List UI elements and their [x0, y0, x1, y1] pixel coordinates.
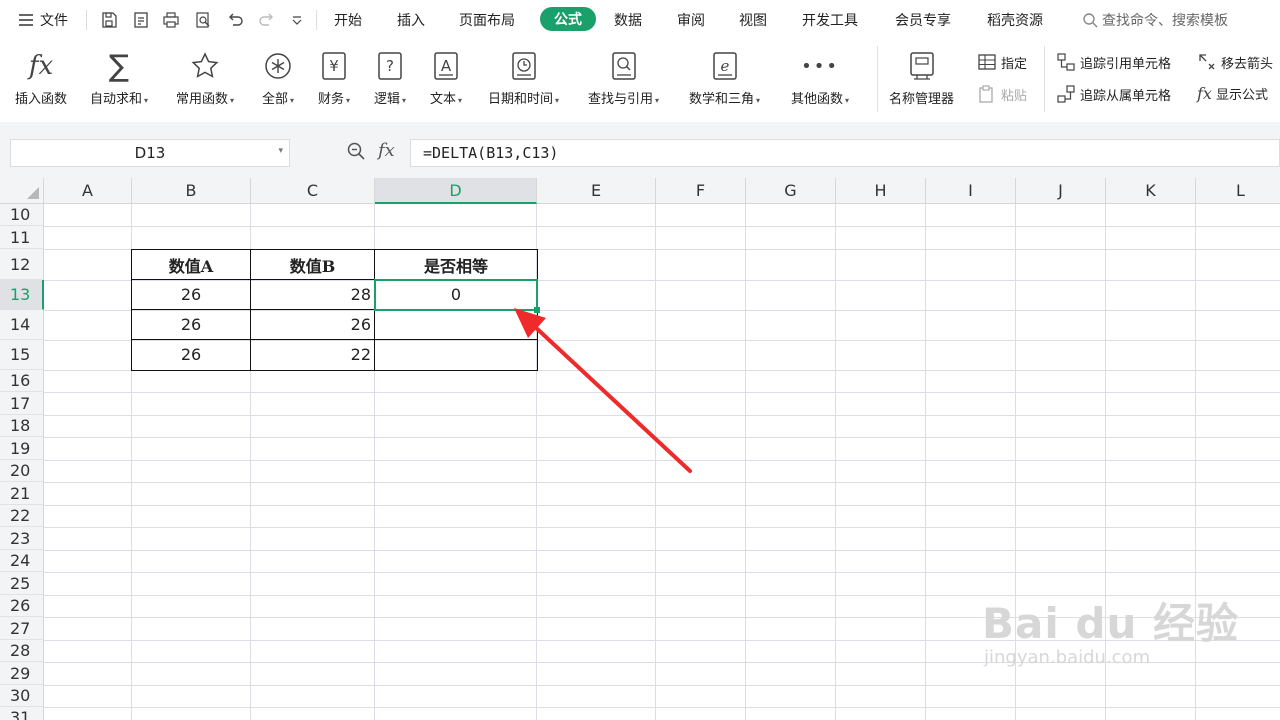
- formulas-ribbon: fx 插入函数 ∑ 自动求和 ▾ 常用函数 ▾ 全部 ▾ ¥ 财务 ▾ ? 逻辑 ▾ A …: [0, 40, 1280, 122]
- tab-home[interactable]: 开始: [334, 10, 362, 30]
- divider: [86, 10, 87, 30]
- divider: [316, 10, 317, 30]
- tab-formulas[interactable]: 公式: [540, 7, 596, 31]
- tab-member[interactable]: 会员专享: [895, 10, 951, 30]
- remove-arrows-icon: [1197, 52, 1217, 72]
- tab-page-layout[interactable]: 页面布局: [459, 10, 515, 30]
- show-formulas-icon: fx: [1197, 84, 1212, 103]
- zoom-search-icon[interactable]: [346, 141, 366, 161]
- all-functions-button[interactable]: 全部 ▾: [262, 48, 294, 107]
- show-formulas-button[interactable]: fx 显示公式: [1197, 84, 1268, 103]
- undo-icon[interactable]: [224, 9, 246, 31]
- name-box[interactable]: D13 ▾: [10, 139, 290, 167]
- baidu-jingyan-watermark: Bai du 经验 jingyan.baidu.com: [982, 590, 1239, 668]
- print-preview-icon[interactable]: [192, 9, 214, 31]
- search-icon: [1082, 12, 1098, 28]
- more-dots-icon: •••: [801, 55, 839, 77]
- tab-review[interactable]: 审阅: [677, 10, 705, 30]
- tab-view[interactable]: 视图: [739, 10, 767, 30]
- magnifier-doc-icon: [611, 48, 637, 84]
- ribbon-divider: [1044, 46, 1045, 112]
- svg-text:?: ?: [386, 57, 394, 75]
- trace-precedents-button[interactable]: 追踪引用单元格: [1056, 52, 1171, 72]
- theta-doc-icon: e: [712, 48, 738, 84]
- redo-icon[interactable]: [256, 9, 278, 31]
- fx-icon[interactable]: fx: [378, 140, 395, 161]
- paste-icon: [977, 84, 997, 104]
- text-functions-button[interactable]: A 文本 ▾: [430, 48, 462, 107]
- formula-text: =DELTA(B13,C13): [423, 144, 559, 162]
- autosum-button[interactable]: ∑ 自动求和 ▾: [90, 48, 148, 108]
- formula-input[interactable]: =DELTA(B13,C13): [410, 139, 1280, 167]
- customize-toolbar-icon[interactable]: [286, 9, 308, 31]
- print-icon[interactable]: [160, 9, 182, 31]
- tab-data[interactable]: 数据: [614, 10, 642, 30]
- svg-text:A: A: [441, 57, 452, 75]
- svg-text:¥: ¥: [329, 57, 339, 75]
- lookup-functions-button[interactable]: 查找与引用 ▾: [588, 48, 659, 107]
- star-icon: [190, 48, 220, 84]
- tab-insert[interactable]: 插入: [397, 10, 425, 30]
- name-box-value: D13: [134, 144, 166, 162]
- name-manager-button[interactable]: 名称管理器: [889, 48, 954, 107]
- yen-doc-icon: ¥: [321, 48, 347, 84]
- trace-dependents-icon: [1056, 84, 1076, 104]
- trace-dependents-button[interactable]: 追踪从属单元格: [1056, 84, 1171, 104]
- sigma-icon: ∑: [108, 48, 130, 84]
- remove-arrows-button[interactable]: 移去箭头: [1197, 52, 1273, 72]
- trace-precedents-icon: [1056, 52, 1076, 72]
- fx-icon: fx: [28, 51, 54, 81]
- insert-function-button[interactable]: fx 插入函数: [15, 48, 67, 107]
- other-functions-button[interactable]: ••• 其他函数 ▾: [791, 48, 849, 108]
- watermark-logo-text: Bai du 经验: [982, 599, 1239, 648]
- menu-bar: 文件 开始 插入 页面布局 公式 数据 审阅 视图 开发工具 会员专享 稻壳资源…: [0, 0, 1280, 40]
- asterisk-circle-icon: [263, 48, 293, 84]
- search-placeholder: 查找命令、搜索模板: [1102, 13, 1228, 29]
- tab-developer[interactable]: 开发工具: [802, 10, 858, 30]
- table-icon: [977, 52, 997, 72]
- svg-text:e: e: [720, 57, 729, 75]
- export-pdf-icon[interactable]: [130, 9, 152, 31]
- logic-functions-button[interactable]: ? 逻辑 ▾: [374, 48, 406, 107]
- chevron-down-icon[interactable]: ▾: [278, 146, 283, 156]
- ribbon-divider: [877, 46, 878, 112]
- formula-bar: D13 ▾ fx =DELTA(B13,C13): [0, 122, 1280, 178]
- name-manager-icon: [908, 48, 936, 84]
- question-doc-icon: ?: [377, 48, 403, 84]
- hamburger-icon: [18, 13, 34, 27]
- clock-doc-icon: [511, 48, 537, 84]
- datetime-functions-button[interactable]: 日期和时间 ▾: [488, 48, 559, 107]
- file-menu-label: 文件: [40, 13, 68, 29]
- save-icon[interactable]: [98, 9, 120, 31]
- command-search[interactable]: 查找命令、搜索模板: [1082, 10, 1228, 30]
- file-menu[interactable]: 文件: [18, 10, 68, 30]
- math-functions-button[interactable]: e 数学和三角 ▾: [689, 48, 760, 107]
- finance-functions-button[interactable]: ¥ 财务 ▾: [318, 48, 350, 107]
- paste-name-button[interactable]: 粘贴: [977, 84, 1027, 104]
- common-functions-button[interactable]: 常用函数 ▾: [176, 48, 234, 107]
- specify-button[interactable]: 指定: [977, 52, 1027, 72]
- spreadsheet-grid: A B C D E F G H I J K L 10 11 12 13 14 1…: [0, 178, 1280, 720]
- text-doc-icon: A: [433, 48, 459, 84]
- tab-docer-resources[interactable]: 稻壳资源: [987, 10, 1043, 30]
